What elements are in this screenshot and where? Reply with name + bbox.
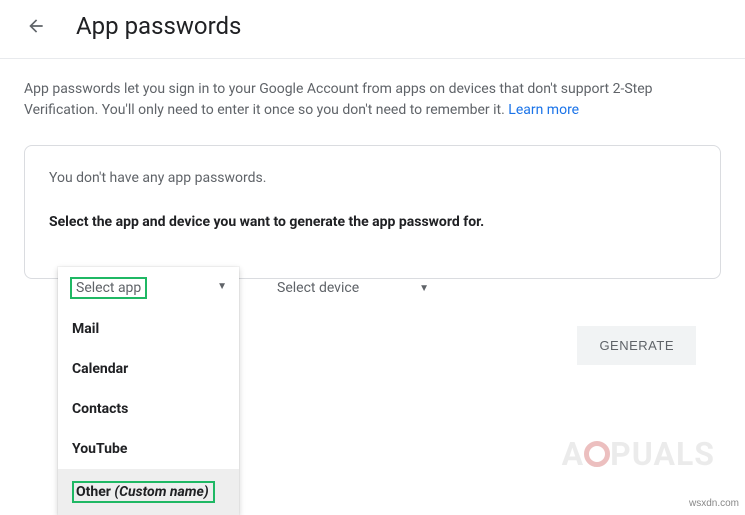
source-attribution: wsxdn.com <box>689 498 739 509</box>
watermark-prefix: A <box>562 435 585 473</box>
watermark-ring-icon <box>584 441 610 467</box>
app-passwords-card: You don't have any app passwords. Select… <box>24 145 721 279</box>
select-device-dropdown[interactable]: Select device ▼ <box>277 280 429 296</box>
other-hint: (Custom name) <box>114 484 208 500</box>
back-button[interactable] <box>24 14 48 38</box>
dropdown-item-youtube[interactable]: YouTube <box>58 429 239 469</box>
select-device-label: Select device <box>277 280 359 296</box>
select-app-label: Select app <box>70 277 147 299</box>
chevron-down-icon: ▼ <box>217 281 227 292</box>
arrow-left-icon <box>26 16 46 36</box>
dropdown-header[interactable]: Select app ▼ <box>58 267 239 309</box>
select-app-dropdown-menu: Select app ▼ Mail Calendar Contacts YouT… <box>58 267 239 515</box>
generate-button[interactable]: GENERATE <box>577 326 696 365</box>
dropdown-item-other[interactable]: Other (Custom name) <box>58 469 239 515</box>
dropdown-item-contacts[interactable]: Contacts <box>58 389 239 429</box>
chevron-down-icon: ▼ <box>419 283 429 294</box>
page-title: App passwords <box>76 12 241 40</box>
watermark-logo: A PUALS <box>562 435 715 473</box>
instruction-text: Select the app and device you want to ge… <box>49 214 696 230</box>
page-header: App passwords <box>0 0 745 59</box>
learn-more-link[interactable]: Learn more <box>508 102 579 118</box>
dropdown-item-calendar[interactable]: Calendar <box>58 349 239 389</box>
status-text: You don't have any app passwords. <box>49 170 696 186</box>
description-block: App passwords let you sign in to your Go… <box>0 59 745 133</box>
other-label: Other <box>76 484 111 500</box>
watermark-suffix: PUALS <box>610 435 715 473</box>
dropdown-item-mail[interactable]: Mail <box>58 309 239 349</box>
